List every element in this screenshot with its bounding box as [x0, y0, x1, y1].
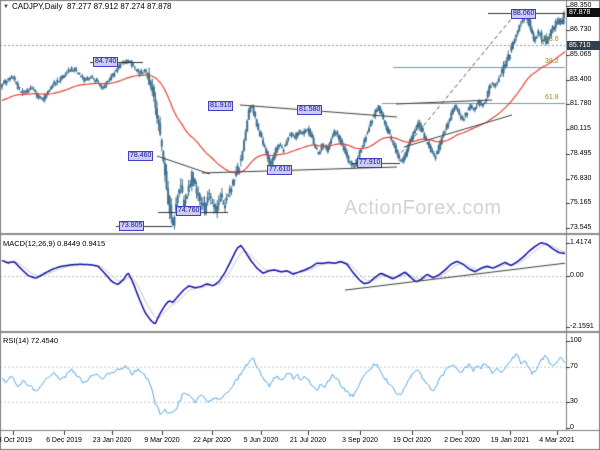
price-level-box[interactable]: 81.910 — [208, 101, 234, 111]
rsi-axis-label: 30 — [570, 397, 578, 405]
price-chart-canvas[interactable] — [0, 0, 600, 450]
macd-axis-label: 0.00 — [570, 272, 584, 279]
time-axis-label: 19 Jan 2021 — [490, 437, 530, 444]
rsi-indicator-label: RSI(14) 72.4540 — [3, 336, 59, 345]
time-axis-label: 3 Sep 2020 — [342, 437, 378, 444]
actionforex-watermark: ActionForex.com — [344, 197, 502, 219]
price-axis-label: 78.495 — [570, 149, 592, 157]
time-axis-label: 2 Dec 2020 — [444, 437, 480, 444]
chart-window: ▼ CADJPY,Daily 87.277 87.912 87.274 87.87… — [0, 0, 600, 450]
rsi-axis-label: 70 — [570, 362, 578, 370]
chart-title-bar: ▼ CADJPY,Daily 87.277 87.912 87.274 87.87… — [3, 2, 172, 11]
price-axis-label: 75.165 — [570, 199, 592, 207]
macd-axis-label: 1.4174 — [570, 238, 592, 246]
rsi-axis-label: 100 — [570, 336, 582, 344]
price-axis-label: 76.830 — [570, 174, 592, 182]
price-level-box[interactable]: 81.580 — [297, 105, 323, 115]
time-axis-label: 21 Jul 2020 — [289, 437, 327, 444]
price-axis-label: 86.730 — [570, 26, 592, 33]
fib-level-label: 61.8 — [545, 94, 559, 102]
price-level-box[interactable]: 88.060 — [511, 9, 537, 19]
time-axis-label: 9 Mar 2020 — [144, 437, 180, 444]
price-axis-label: 73.545 — [570, 223, 592, 231]
ohlc-values: 87.277 87.912 87.274 87.878 — [66, 2, 172, 11]
rsi-axis-label: 0 — [570, 424, 574, 431]
time-axis-label: 4 Mar 2021 — [539, 437, 575, 444]
time-axis-label: 6 Dec 2019 — [46, 437, 82, 444]
price-level-box[interactable]: 77.610 — [267, 165, 293, 175]
price-level-box[interactable]: 84.740 — [93, 57, 119, 67]
time-axis-label: 19 Oct 2020 — [392, 437, 432, 444]
time-axis-label: 23 Jan 2020 — [92, 437, 132, 444]
current-price-tag: 87.878 — [567, 8, 600, 18]
price-level-box[interactable]: 78.460 — [128, 151, 154, 161]
price-axis-label: 83.400 — [570, 75, 592, 83]
time-axis-label: 5 Jun 2020 — [243, 437, 279, 444]
current-price-tag: 85.710 — [567, 40, 600, 50]
macd-indicator-label: MACD(12,26,9) 0.8449 0.9415 — [3, 239, 106, 248]
symbol-timeframe-label: CADJPY,Daily — [11, 2, 63, 11]
price-axis-label: 85.065 — [570, 50, 592, 58]
price-axis-label: 81.780 — [570, 100, 592, 108]
price-level-box[interactable]: 73.805 — [119, 221, 145, 231]
price-level-box[interactable]: 77.910 — [357, 158, 383, 168]
macd-axis-label: -2.1591 — [570, 322, 594, 330]
time-axis-label: 22 Apr 2020 — [193, 437, 231, 444]
price-level-box[interactable]: 74.760 — [176, 206, 202, 216]
symbol-dropdown-icon[interactable]: ▼ — [3, 4, 9, 10]
fib-level-label: 23.6 — [545, 36, 559, 44]
time-axis-label: 23 Oct 2019 — [0, 437, 33, 444]
price-axis-label: 80.115 — [570, 125, 591, 133]
fib-level-label: 38.2 — [545, 58, 559, 66]
